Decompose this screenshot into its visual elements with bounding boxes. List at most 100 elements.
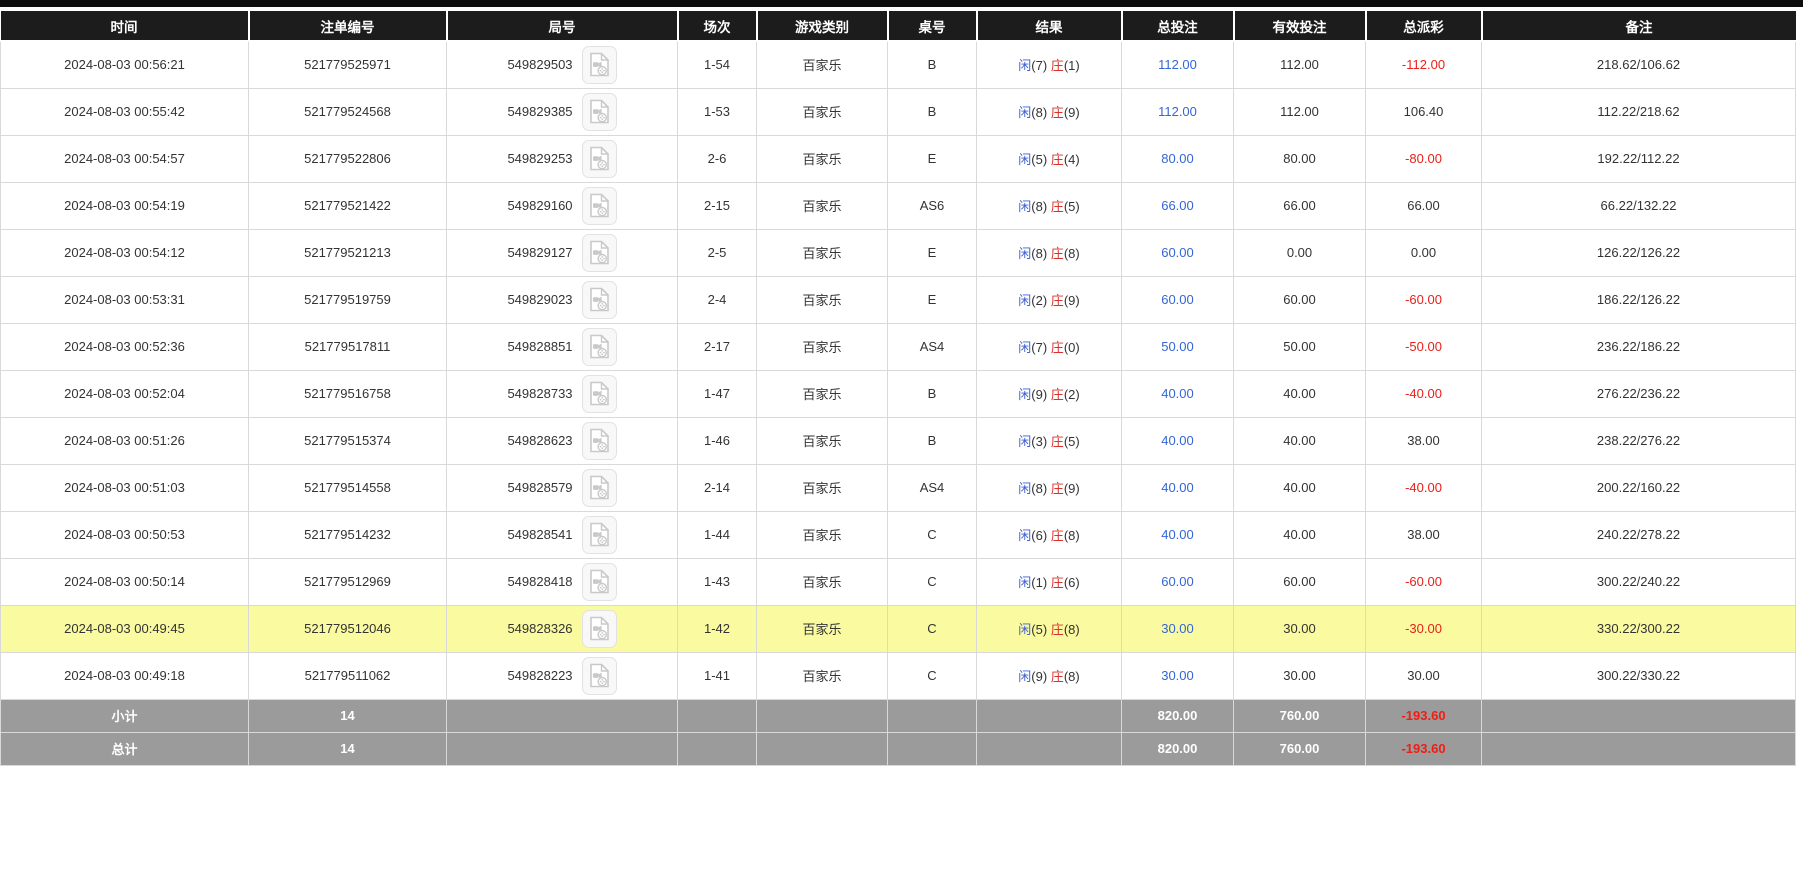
round-number: 549828326 bbox=[507, 621, 572, 636]
col-header-result: 结果 bbox=[977, 11, 1122, 41]
video-replay-button[interactable] bbox=[582, 93, 617, 131]
round-number: 549829503 bbox=[507, 57, 572, 72]
total-bet-cell: 30.00 bbox=[1122, 652, 1234, 699]
round-cell: 549829503 bbox=[447, 41, 678, 88]
table-no-cell: AS6 bbox=[888, 182, 977, 229]
video-replay-button[interactable] bbox=[582, 281, 617, 319]
valid-bet-cell: 50.00 bbox=[1234, 323, 1366, 370]
bet-id-cell: 521779519759 bbox=[249, 276, 447, 323]
banker-result: 庄 bbox=[1051, 199, 1064, 214]
time-cell: 2024-08-03 00:54:57 bbox=[1, 135, 249, 182]
col-header-time: 时间 bbox=[1, 11, 249, 41]
table-no-cell: E bbox=[888, 229, 977, 276]
table-body: 2024-08-03 00:56:21521779525971549829503… bbox=[1, 41, 1796, 765]
video-replay-button[interactable] bbox=[582, 469, 617, 507]
table-row: 2024-08-03 00:54:12521779521213549829127… bbox=[1, 229, 1796, 276]
session-cell: 1-42 bbox=[678, 605, 757, 652]
video-replay-button[interactable] bbox=[582, 375, 617, 413]
bet-id-cell: 521779524568 bbox=[249, 88, 447, 135]
time-cell: 2024-08-03 00:49:18 bbox=[1, 652, 249, 699]
remark-cell: 300.22/240.22 bbox=[1482, 558, 1796, 605]
total-bet-cell: 40.00 bbox=[1122, 511, 1234, 558]
player-result: 闲 bbox=[1018, 387, 1031, 402]
col-header-game-type: 游戏类别 bbox=[757, 11, 888, 41]
table-row: 2024-08-03 00:55:42521779524568549829385… bbox=[1, 88, 1796, 135]
player-result: 闲 bbox=[1018, 622, 1031, 637]
round-number: 549828418 bbox=[507, 574, 572, 589]
banker-result: 庄 bbox=[1051, 575, 1064, 590]
banker-result: 庄 bbox=[1051, 481, 1064, 496]
table-row: 2024-08-03 00:51:26521779515374549828623… bbox=[1, 417, 1796, 464]
table-no-cell: B bbox=[888, 370, 977, 417]
bet-id-cell: 521779516758 bbox=[249, 370, 447, 417]
bet-id-cell: 521779512969 bbox=[249, 558, 447, 605]
video-replay-button[interactable] bbox=[582, 328, 617, 366]
video-replay-icon bbox=[589, 193, 610, 218]
remark-cell: 66.22/132.22 bbox=[1482, 182, 1796, 229]
table-no-cell: E bbox=[888, 135, 977, 182]
bet-id-cell: 521779525971 bbox=[249, 41, 447, 88]
result-cell: 闲(1) 庄(6) bbox=[977, 558, 1122, 605]
session-cell: 2-4 bbox=[678, 276, 757, 323]
player-result: 闲 bbox=[1018, 199, 1031, 214]
total-bet-cell: 60.00 bbox=[1122, 229, 1234, 276]
bet-id-cell: 521779514558 bbox=[249, 464, 447, 511]
video-replay-button[interactable] bbox=[582, 563, 617, 601]
game-type-cell: 百家乐 bbox=[757, 41, 888, 88]
video-replay-button[interactable] bbox=[582, 46, 617, 84]
banker-result: 庄 bbox=[1051, 58, 1064, 73]
table-no-cell: C bbox=[888, 605, 977, 652]
round-cell: 549829385 bbox=[447, 88, 678, 135]
payout-cell: 66.00 bbox=[1366, 182, 1482, 229]
video-replay-button[interactable] bbox=[582, 140, 617, 178]
video-replay-button[interactable] bbox=[582, 187, 617, 225]
bet-id-cell: 521779521213 bbox=[249, 229, 447, 276]
remark-cell: 300.22/330.22 bbox=[1482, 652, 1796, 699]
banker-result: 庄 bbox=[1051, 293, 1064, 308]
round-cell: 549829160 bbox=[447, 182, 678, 229]
summary-valid-bet: 760.00 bbox=[1234, 732, 1366, 765]
game-type-cell: 百家乐 bbox=[757, 511, 888, 558]
banker-result: 庄 bbox=[1051, 246, 1064, 261]
banker-result: 庄 bbox=[1051, 340, 1064, 355]
result-cell: 闲(8) 庄(9) bbox=[977, 464, 1122, 511]
payout-cell: -40.00 bbox=[1366, 464, 1482, 511]
banker-result: 庄 bbox=[1051, 434, 1064, 449]
player-result: 闲 bbox=[1018, 246, 1031, 261]
table-header: 时间 注单编号 局号 场次 游戏类别 桌号 结果 总投注 有效投注 总派彩 备注 bbox=[1, 11, 1796, 41]
video-replay-button[interactable] bbox=[582, 610, 617, 648]
col-header-table-no: 桌号 bbox=[888, 11, 977, 41]
video-replay-icon bbox=[589, 569, 610, 594]
table-no-cell: B bbox=[888, 41, 977, 88]
round-number: 549829253 bbox=[507, 151, 572, 166]
payout-cell: 106.40 bbox=[1366, 88, 1482, 135]
table-row: 2024-08-03 00:54:57521779522806549829253… bbox=[1, 135, 1796, 182]
valid-bet-cell: 40.00 bbox=[1234, 417, 1366, 464]
total-bet-cell: 80.00 bbox=[1122, 135, 1234, 182]
video-replay-button[interactable] bbox=[582, 657, 617, 695]
table-row: 2024-08-03 00:52:36521779517811549828851… bbox=[1, 323, 1796, 370]
table-row: 2024-08-03 00:52:04521779516758549828733… bbox=[1, 370, 1796, 417]
table-row: 2024-08-03 00:53:31521779519759549829023… bbox=[1, 276, 1796, 323]
game-type-cell: 百家乐 bbox=[757, 182, 888, 229]
remark-cell: 330.22/300.22 bbox=[1482, 605, 1796, 652]
bet-id-cell: 521779511062 bbox=[249, 652, 447, 699]
video-replay-button[interactable] bbox=[582, 516, 617, 554]
video-replay-icon bbox=[589, 475, 610, 500]
total-bet-cell: 30.00 bbox=[1122, 605, 1234, 652]
time-cell: 2024-08-03 00:51:03 bbox=[1, 464, 249, 511]
session-cell: 1-44 bbox=[678, 511, 757, 558]
remark-cell: 192.22/112.22 bbox=[1482, 135, 1796, 182]
round-number: 549828541 bbox=[507, 527, 572, 542]
video-replay-button[interactable] bbox=[582, 422, 617, 460]
valid-bet-cell: 40.00 bbox=[1234, 370, 1366, 417]
game-type-cell: 百家乐 bbox=[757, 558, 888, 605]
time-cell: 2024-08-03 00:54:19 bbox=[1, 182, 249, 229]
video-replay-button[interactable] bbox=[582, 234, 617, 272]
payout-cell: -60.00 bbox=[1366, 558, 1482, 605]
game-type-cell: 百家乐 bbox=[757, 652, 888, 699]
round-number: 549829385 bbox=[507, 104, 572, 119]
summary-label: 小计 bbox=[1, 699, 249, 732]
remark-cell: 276.22/236.22 bbox=[1482, 370, 1796, 417]
table-row: 2024-08-03 00:50:14521779512969549828418… bbox=[1, 558, 1796, 605]
